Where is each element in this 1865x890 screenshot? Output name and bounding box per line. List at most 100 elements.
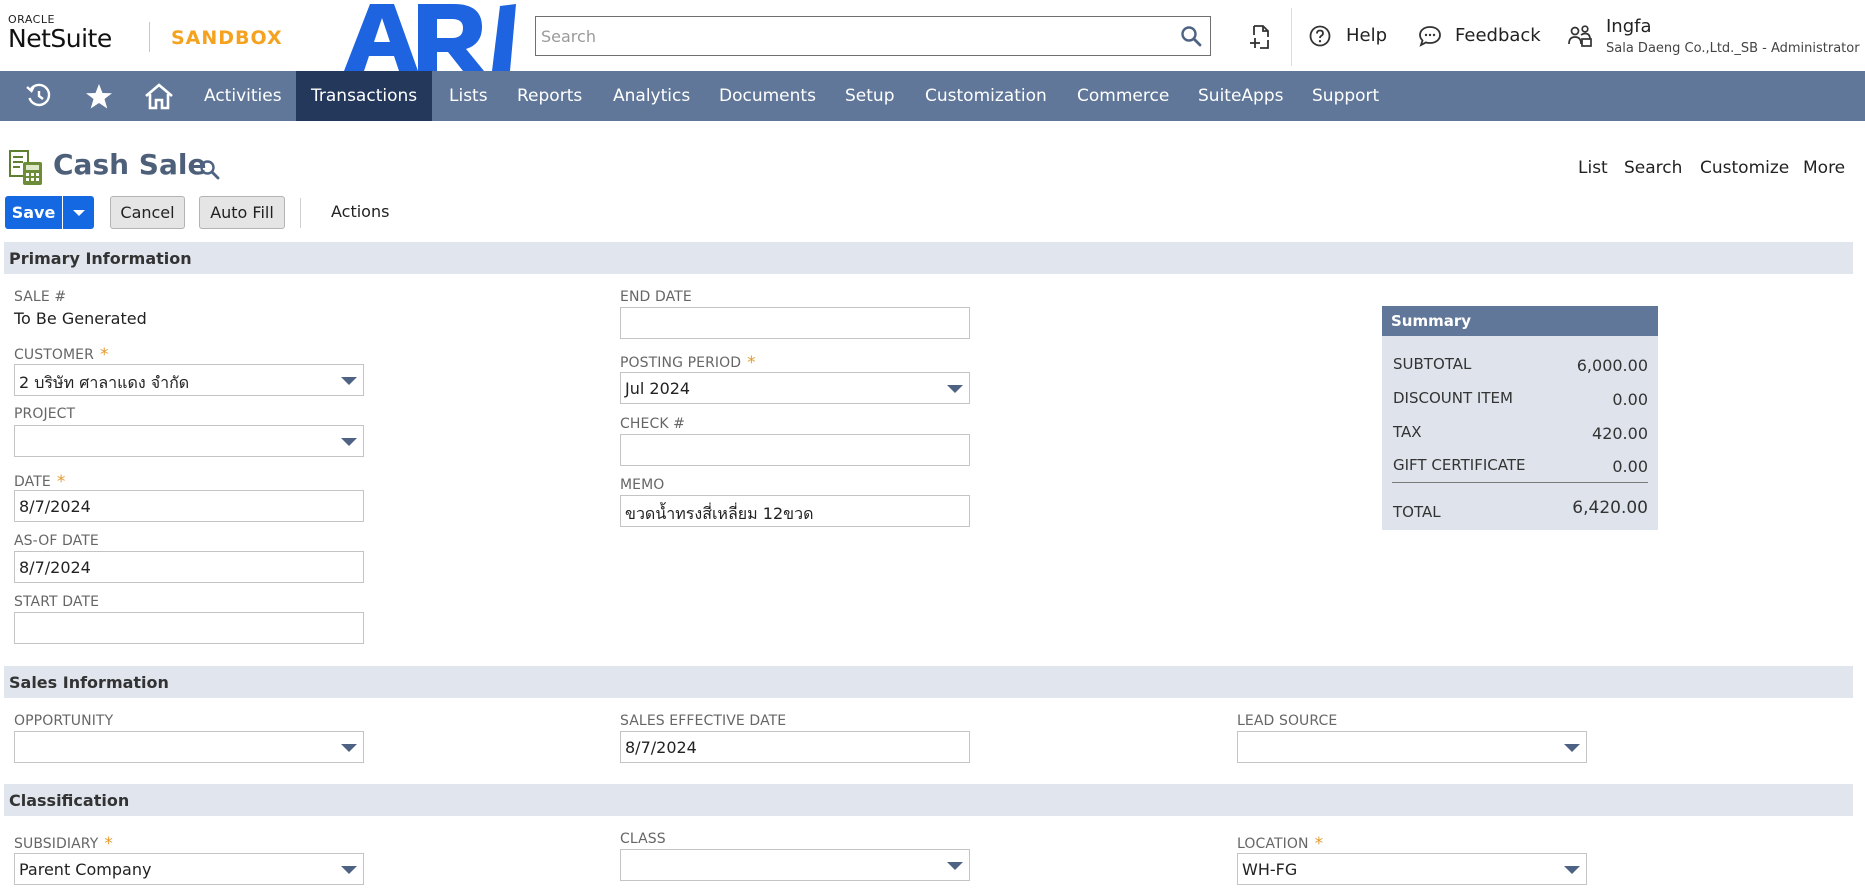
chevron-down-icon[interactable] — [947, 862, 963, 870]
help-link[interactable]: Help — [1346, 25, 1387, 46]
posting-period-label-text: Posting Period — [620, 355, 742, 371]
posting-period-value: Jul 2024 — [625, 379, 691, 398]
nav-setup[interactable]: Setup — [830, 71, 909, 121]
required-marker: * — [104, 834, 113, 854]
sales-effective-date-field[interactable]: 8/7/2024 — [620, 731, 970, 763]
check-number-label: Check # — [620, 416, 685, 432]
end-date-label: End Date — [620, 289, 692, 305]
save-button[interactable]: Save — [5, 196, 62, 229]
search-icon[interactable] — [1180, 25, 1202, 51]
class-select[interactable] — [620, 849, 970, 881]
chevron-down-icon[interactable] — [341, 866, 357, 874]
customize-link[interactable]: Customize — [1700, 158, 1789, 178]
lead-source-select[interactable] — [1237, 731, 1587, 763]
nav-commerce[interactable]: Commerce — [1062, 71, 1184, 121]
search-icon[interactable] — [199, 159, 220, 184]
nav-customization[interactable]: Customization — [910, 71, 1062, 121]
total-label: Total — [1393, 503, 1441, 521]
gift-certificate-label: Gift Certificate — [1393, 456, 1526, 474]
cancel-button[interactable]: Cancel — [110, 196, 185, 229]
help-circle-icon[interactable] — [1309, 25, 1331, 51]
netsuite-wordmark: NetSuite — [8, 24, 112, 53]
nav-activities[interactable]: Activities — [189, 71, 297, 121]
global-search-input[interactable] — [536, 17, 1176, 55]
nav-support[interactable]: Support — [1297, 71, 1394, 121]
discount-item-value: 0.00 — [1612, 390, 1648, 409]
sales-effective-date-label: Sales Effective Date — [620, 713, 787, 729]
start-date-label: Start Date — [14, 594, 100, 610]
required-marker: * — [99, 345, 109, 365]
more-link[interactable]: More — [1803, 158, 1845, 178]
nav-transactions[interactable]: Transactions — [296, 71, 433, 121]
section-primary-information[interactable]: Primary Information — [4, 242, 1853, 274]
chevron-down-icon[interactable] — [341, 744, 357, 752]
start-date-field[interactable] — [14, 612, 364, 644]
gift-certificate-value: 0.00 — [1612, 457, 1648, 476]
opportunity-select[interactable] — [14, 731, 364, 763]
list-link[interactable]: List — [1578, 158, 1608, 178]
project-select[interactable] — [14, 425, 364, 457]
location-label: Location * — [1237, 833, 1323, 854]
netsuite-logo[interactable]: ORACLE NetSuite — [8, 14, 112, 53]
role-switch-icon[interactable] — [1567, 24, 1593, 52]
chevron-down-icon[interactable] — [1564, 866, 1580, 874]
record-add-icon[interactable] — [1248, 24, 1272, 54]
section-title: Primary Information — [9, 249, 192, 268]
company-logo — [344, 4, 516, 71]
opportunity-label: Opportunity — [14, 713, 114, 729]
subtotal-value: 6,000.00 — [1576, 356, 1648, 375]
nav-suiteapps[interactable]: SuiteApps — [1183, 71, 1298, 121]
subtotal-label: Subtotal — [1393, 355, 1472, 373]
subsidiary-select[interactable]: Parent Company — [14, 853, 364, 885]
nav-documents[interactable]: Documents — [704, 71, 831, 121]
section-classification[interactable]: Classification — [4, 784, 1853, 816]
section-title: Sales Information — [9, 673, 169, 692]
top-header: ORACLE NetSuite SANDBOX Help Feedback In… — [0, 0, 1865, 71]
chevron-down-icon[interactable] — [1564, 744, 1580, 752]
user-name[interactable]: Ingfa — [1606, 16, 1652, 37]
nav-reports[interactable]: Reports — [502, 71, 597, 121]
sale-number-label: Sale # — [14, 289, 67, 305]
date-field[interactable]: 8/7/2024 — [14, 490, 364, 522]
home-icon[interactable] — [142, 71, 176, 121]
chevron-down-icon[interactable] — [947, 385, 963, 393]
total-value: 6,420.00 — [1572, 498, 1648, 518]
star-icon[interactable] — [82, 71, 116, 121]
date-value: 8/7/2024 — [19, 497, 91, 516]
customer-label: Customer * — [14, 344, 109, 365]
end-date-field[interactable] — [620, 307, 970, 339]
subsidiary-label: Subsidiary * — [14, 833, 113, 854]
memo-field[interactable]: ขวดน้ำทรงสี่เหลี่ยม 12ขวด — [620, 495, 970, 527]
as-of-date-value: 8/7/2024 — [19, 558, 91, 577]
search-link[interactable]: Search — [1624, 158, 1682, 178]
chevron-down-icon[interactable] — [341, 438, 357, 446]
customer-value: 2 บริษัท ศาลาแดง จำกัด — [19, 373, 190, 392]
nav-analytics[interactable]: Analytics — [598, 71, 705, 121]
feedback-link[interactable]: Feedback — [1455, 25, 1541, 46]
actions-menu[interactable]: Actions — [331, 202, 389, 221]
required-marker: * — [747, 353, 756, 373]
global-search[interactable] — [535, 16, 1211, 56]
nav-lists[interactable]: Lists — [434, 71, 503, 121]
posting-period-select[interactable]: Jul 2024 — [620, 372, 970, 404]
sale-number-value: To Be Generated — [14, 309, 147, 328]
sandbox-badge: SANDBOX — [171, 27, 283, 49]
section-sales-information[interactable]: Sales Information — [4, 666, 1853, 698]
auto-fill-button[interactable]: Auto Fill — [199, 196, 285, 229]
recent-records-icon[interactable] — [22, 71, 56, 121]
save-options-button[interactable] — [63, 196, 94, 229]
chevron-down-icon[interactable] — [341, 377, 357, 385]
tax-label: Tax — [1393, 423, 1422, 441]
as-of-date-field[interactable]: 8/7/2024 — [14, 551, 364, 583]
as-of-date-label: As-Of Date — [14, 533, 99, 549]
chat-bubble-icon[interactable] — [1418, 25, 1442, 51]
cash-sale-record-icon — [9, 150, 43, 190]
button-divider — [300, 198, 301, 228]
location-select[interactable]: WH-FG — [1237, 853, 1587, 885]
posting-period-label: Posting Period * — [620, 352, 756, 373]
customer-select[interactable]: 2 บริษัท ศาลาแดง จำกัด — [14, 364, 364, 396]
check-number-field[interactable] — [620, 434, 970, 466]
section-title: Classification — [9, 791, 130, 810]
user-role[interactable]: Sala Daeng Co.,Ltd._SB - Administrator — [1606, 41, 1860, 56]
subsidiary-label-text: Subsidiary — [14, 836, 99, 852]
